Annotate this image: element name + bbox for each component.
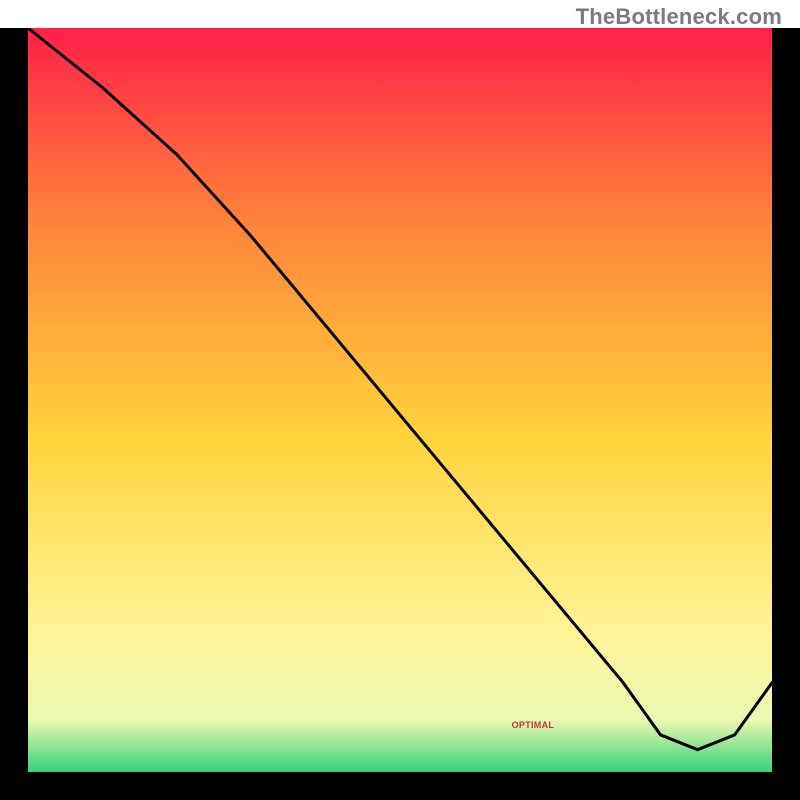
plot-area: OPTIMAL (28, 28, 772, 772)
optimal-region-label: OPTIMAL (512, 720, 555, 730)
chart-overlay (28, 28, 772, 772)
watermark-text: TheBottleneck.com (576, 4, 782, 30)
data-line (28, 28, 772, 750)
chart-stage: TheBottleneck.com (0, 0, 800, 800)
chart-frame: OPTIMAL (0, 28, 800, 800)
